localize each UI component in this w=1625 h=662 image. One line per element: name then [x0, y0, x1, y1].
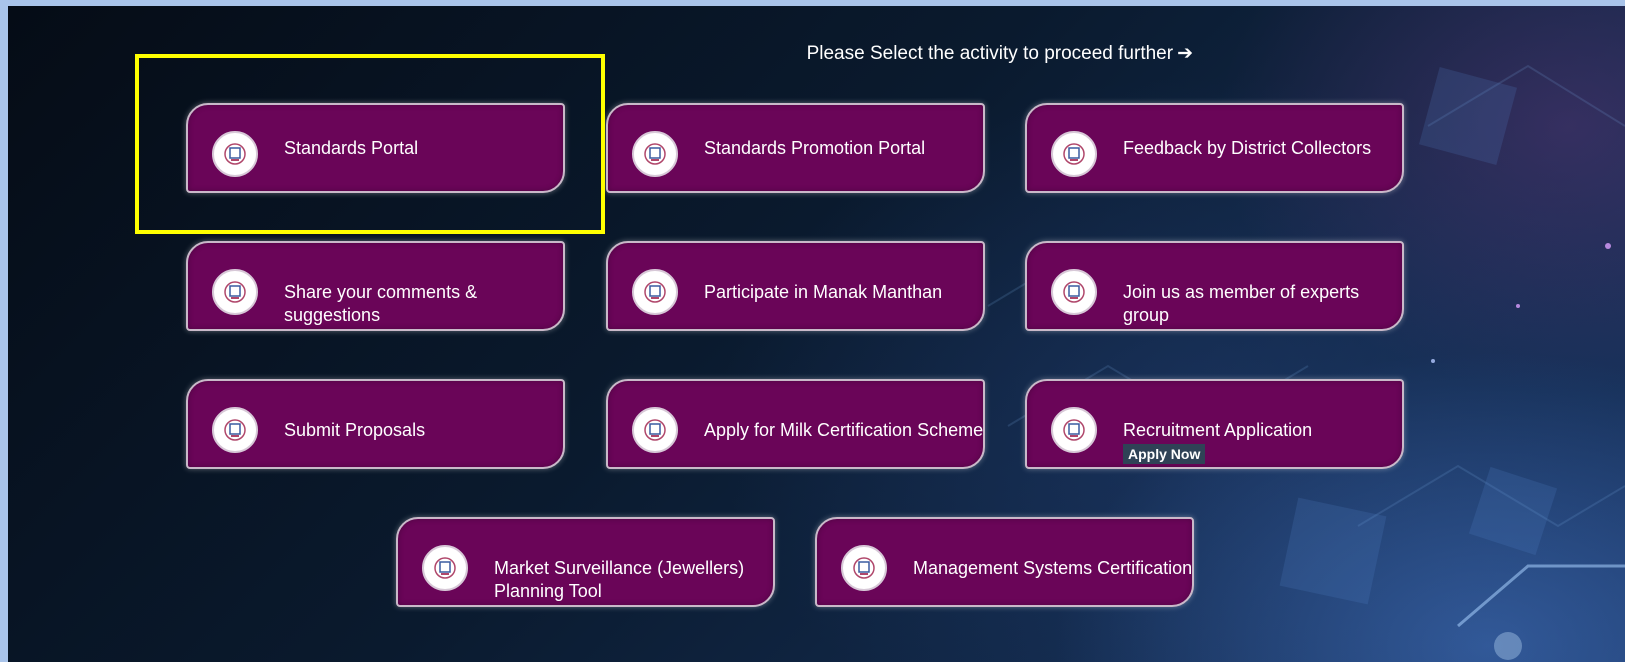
card-milk-certification[interactable]: Apply for Milk Certification Scheme [606, 379, 985, 469]
card-label: Apply for Milk Certification Scheme [704, 420, 984, 440]
prompt-text: Please Select the activity to proceed fu… [806, 43, 1174, 64]
page-prompt: Please Select the activity to proceed fu… [8, 42, 1193, 65]
card-label: Recruitment Application [1123, 420, 1313, 440]
card-label: Submit Proposals [284, 420, 426, 440]
arrow-right-icon: ➔ [1177, 42, 1193, 64]
bis-emblem-icon [212, 269, 258, 315]
card-submit-proposals[interactable]: Submit Proposals [186, 379, 565, 469]
card-market-surveillance[interactable]: Market Surveillance (Jewellers) Planning… [396, 517, 775, 607]
card-label: Standards Portal [284, 137, 419, 158]
card-label: Management Systems Certification [913, 558, 1193, 578]
bis-emblem-icon [212, 131, 258, 177]
bis-emblem-icon [1051, 407, 1097, 453]
bis-emblem-icon [632, 131, 678, 177]
card-share-comments[interactable]: Share your comments & suggestions [186, 241, 565, 331]
card-label: Feedback by District Collectors [1123, 137, 1372, 158]
card-label: Standards Promotion Portal [704, 137, 926, 158]
card-recruitment-application[interactable]: Recruitment Application Apply Now [1025, 379, 1404, 469]
card-management-systems[interactable]: Management Systems Certification [815, 517, 1194, 607]
bis-emblem-icon [1051, 131, 1097, 177]
bis-emblem-icon [422, 545, 468, 591]
bis-emblem-icon [841, 545, 887, 591]
card-manak-manthan[interactable]: Participate in Manak Manthan [606, 241, 985, 331]
card-label: Participate in Manak Manthan [704, 282, 943, 302]
card-feedback-district-collectors[interactable]: Feedback by District Collectors [1025, 103, 1404, 193]
apply-now-badge[interactable]: Apply Now [1123, 444, 1206, 464]
card-label: Share your comments & suggestions [284, 282, 478, 325]
bis-emblem-icon [632, 407, 678, 453]
card-label-group: Recruitment Application Apply Now [1123, 381, 1403, 467]
card-standards-portal[interactable]: Standards Portal [186, 103, 565, 193]
card-standards-promotion-portal[interactable]: Standards Promotion Portal [606, 103, 985, 193]
bis-emblem-icon [212, 407, 258, 453]
activity-selection-panel: Please Select the activity to proceed fu… [8, 6, 1625, 662]
card-join-experts-group[interactable]: Join us as member of experts group [1025, 241, 1404, 331]
card-label: Join us as member of experts group [1123, 282, 1360, 325]
card-label: Market Surveillance (Jewellers) Planning… [494, 558, 745, 601]
bis-emblem-icon [1051, 269, 1097, 315]
bis-emblem-icon [632, 269, 678, 315]
